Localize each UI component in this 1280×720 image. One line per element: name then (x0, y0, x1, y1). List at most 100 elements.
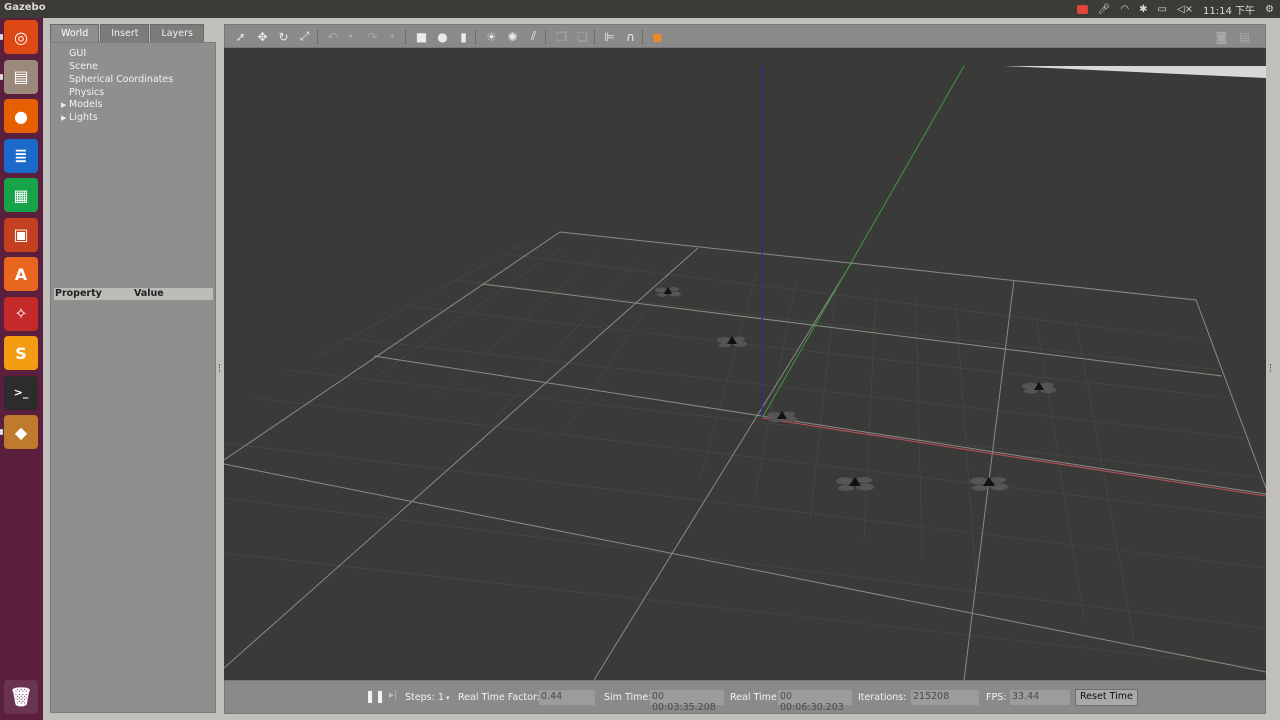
system-tray: 🎤︎ ◠ ✱ ▭ ◁× 11:14 下午 ⚙ (1076, 2, 1274, 17)
real-time-factor-value: 0.44 (539, 690, 595, 705)
gazebo-icon[interactable]: ◆ (4, 415, 38, 449)
iterations-value: 215208 (911, 690, 979, 705)
calc-icon[interactable]: ▦ (4, 178, 38, 212)
step-icon[interactable]: ▸| (389, 690, 397, 701)
tab-insert[interactable]: Insert (100, 24, 150, 42)
splitter-grip[interactable] (1270, 364, 1272, 372)
record-log-icon[interactable]: ▤ (1237, 29, 1252, 44)
3d-viewport[interactable] (224, 48, 1266, 680)
clock[interactable]: 11:14 下午 (1203, 2, 1255, 17)
spot-light-icon[interactable]: ✺ (505, 29, 520, 44)
expand-arrow-icon[interactable]: ▶ (61, 101, 66, 109)
tab-layers[interactable]: Layers (150, 24, 204, 42)
drone-model (655, 287, 681, 297)
paste-icon[interactable]: ❏ (575, 29, 590, 44)
box-shape-icon[interactable]: ■ (414, 29, 429, 44)
toolbar-separator (405, 29, 406, 44)
iterations-label: Iterations: (858, 692, 907, 703)
drone-model (1022, 382, 1056, 394)
running-indicator (0, 429, 3, 435)
sim-time-value: 00 00:03:35.208 (650, 690, 724, 713)
sky-sliver (1004, 66, 1266, 78)
sublime-text-icon[interactable]: S (4, 336, 38, 370)
property-column-header[interactable]: Property (55, 288, 102, 299)
pause-icon[interactable]: ❚❚ (365, 689, 385, 703)
sphere-shape-icon[interactable]: ● (435, 29, 450, 44)
scale-icon[interactable]: ⤢ (297, 29, 312, 44)
undo-dropdown-icon[interactable]: ▾ (343, 29, 358, 44)
record-icon[interactable] (1076, 5, 1088, 14)
steps-dropdown-icon[interactable]: ▾ (446, 694, 450, 702)
x-axis-line (761, 417, 1266, 497)
running-indicator (0, 34, 3, 40)
toolbar-separator (545, 29, 546, 44)
tree-item-scene[interactable]: Scene (69, 61, 98, 72)
active-app-title: Gazebo (4, 2, 46, 13)
terminal-icon[interactable]: >_ (4, 375, 38, 410)
steps-value[interactable]: 1 (438, 692, 444, 703)
rotate-icon[interactable]: ↻ (276, 29, 291, 44)
panel-tabs: World Insert Layers (50, 24, 205, 42)
right-splitter[interactable] (1266, 18, 1280, 720)
sim-time-label: Sim Time: (604, 692, 652, 703)
expand-arrow-icon[interactable]: ▶ (61, 114, 66, 122)
ubuntu-home-icon[interactable]: ◎ (4, 20, 38, 54)
toolbar-separator (475, 29, 476, 44)
align-icon[interactable]: ⊫ (602, 29, 617, 44)
impress-icon[interactable]: ▣ (4, 217, 38, 252)
select-arrow-icon[interactable]: ➚ (233, 29, 248, 44)
real-time-factor-label: Real Time Factor: (458, 692, 540, 703)
running-indicator (0, 73, 3, 80)
redo-icon[interactable]: ↷ (365, 29, 380, 44)
reset-time-button[interactable]: Reset Time (1075, 689, 1138, 706)
real-time-value: 00 00:06:30.203 (778, 690, 852, 713)
value-column-header[interactable]: Value (134, 288, 164, 299)
splitter-grip[interactable] (219, 364, 221, 372)
copy-icon[interactable]: ❐ (554, 29, 569, 44)
undo-icon[interactable]: ↶ (325, 29, 340, 44)
property-table-header: Property Value (54, 288, 213, 300)
launcher: ◎ ▤ ● ≣ ▦ ▣ A ✧ S >_ ◆ 🗑 (0, 18, 43, 720)
toolbar-separator (594, 29, 595, 44)
software-center-icon[interactable]: A (4, 257, 38, 291)
tree-item-spherical-coordinates[interactable]: Spherical Coordinates (69, 74, 173, 85)
trash-icon[interactable]: 🗑 (4, 680, 38, 714)
translate-icon[interactable]: ✥ (255, 29, 270, 44)
tree-item-physics[interactable]: Physics (69, 87, 104, 98)
world-tree: GUI Scene Spherical Coordinates Physics … (50, 42, 216, 713)
tab-world[interactable]: World (50, 24, 100, 42)
view-angle-icon[interactable]: ◼ (650, 29, 665, 44)
tree-item-models[interactable]: Models (69, 99, 102, 110)
gazebo-window: World Insert Layers GUI Scene Spherical … (43, 18, 1280, 720)
screenshot-icon[interactable]: ◙ (1214, 29, 1229, 44)
toolbar-separator (642, 29, 643, 44)
fps-value: 33.44 (1010, 690, 1070, 705)
bluetooth-icon[interactable]: ✱ (1139, 4, 1147, 15)
fps-label: FPS: (986, 692, 1007, 703)
left-splitter[interactable] (217, 18, 224, 720)
drone-model (970, 477, 1008, 491)
redo-dropdown-icon[interactable]: ▾ (385, 29, 400, 44)
firefox-icon[interactable]: ● (4, 99, 38, 133)
files-icon[interactable]: ▤ (4, 59, 38, 94)
network-wifi-icon[interactable]: ◠ (1120, 4, 1129, 15)
volume-icon[interactable]: ◁× (1177, 4, 1193, 15)
cylinder-shape-icon[interactable]: ▮ (456, 29, 471, 44)
settings-tools-icon[interactable]: ✧ (4, 296, 38, 331)
point-light-icon[interactable]: ☀ (484, 29, 499, 44)
drone-model (836, 477, 874, 491)
battery-icon[interactable]: ▭ (1158, 4, 1167, 15)
snap-icon[interactable]: ∩ (623, 29, 638, 44)
steps-label: Steps: (405, 692, 435, 703)
tree-item-gui[interactable]: GUI (69, 48, 86, 59)
settings-gear-icon[interactable]: ⚙ (1265, 4, 1274, 15)
simulation-status-bar: ❚❚ ▸| Steps: 1 ▾ Real Time Factor: 0.44 … (224, 680, 1266, 714)
scene-render (224, 65, 1266, 680)
tree-item-lights[interactable]: Lights (69, 112, 98, 123)
writer-icon[interactable]: ≣ (4, 138, 38, 173)
sound-input-icon[interactable]: 🎤︎ (1098, 4, 1111, 15)
system-top-bar: Gazebo 🎤︎ ◠ ✱ ▭ ◁× 11:14 下午 ⚙ (0, 0, 1280, 18)
directional-light-icon[interactable]: ⫽ (526, 29, 541, 44)
drone-model (717, 336, 747, 348)
real-time-label: Real Time: (730, 692, 780, 703)
